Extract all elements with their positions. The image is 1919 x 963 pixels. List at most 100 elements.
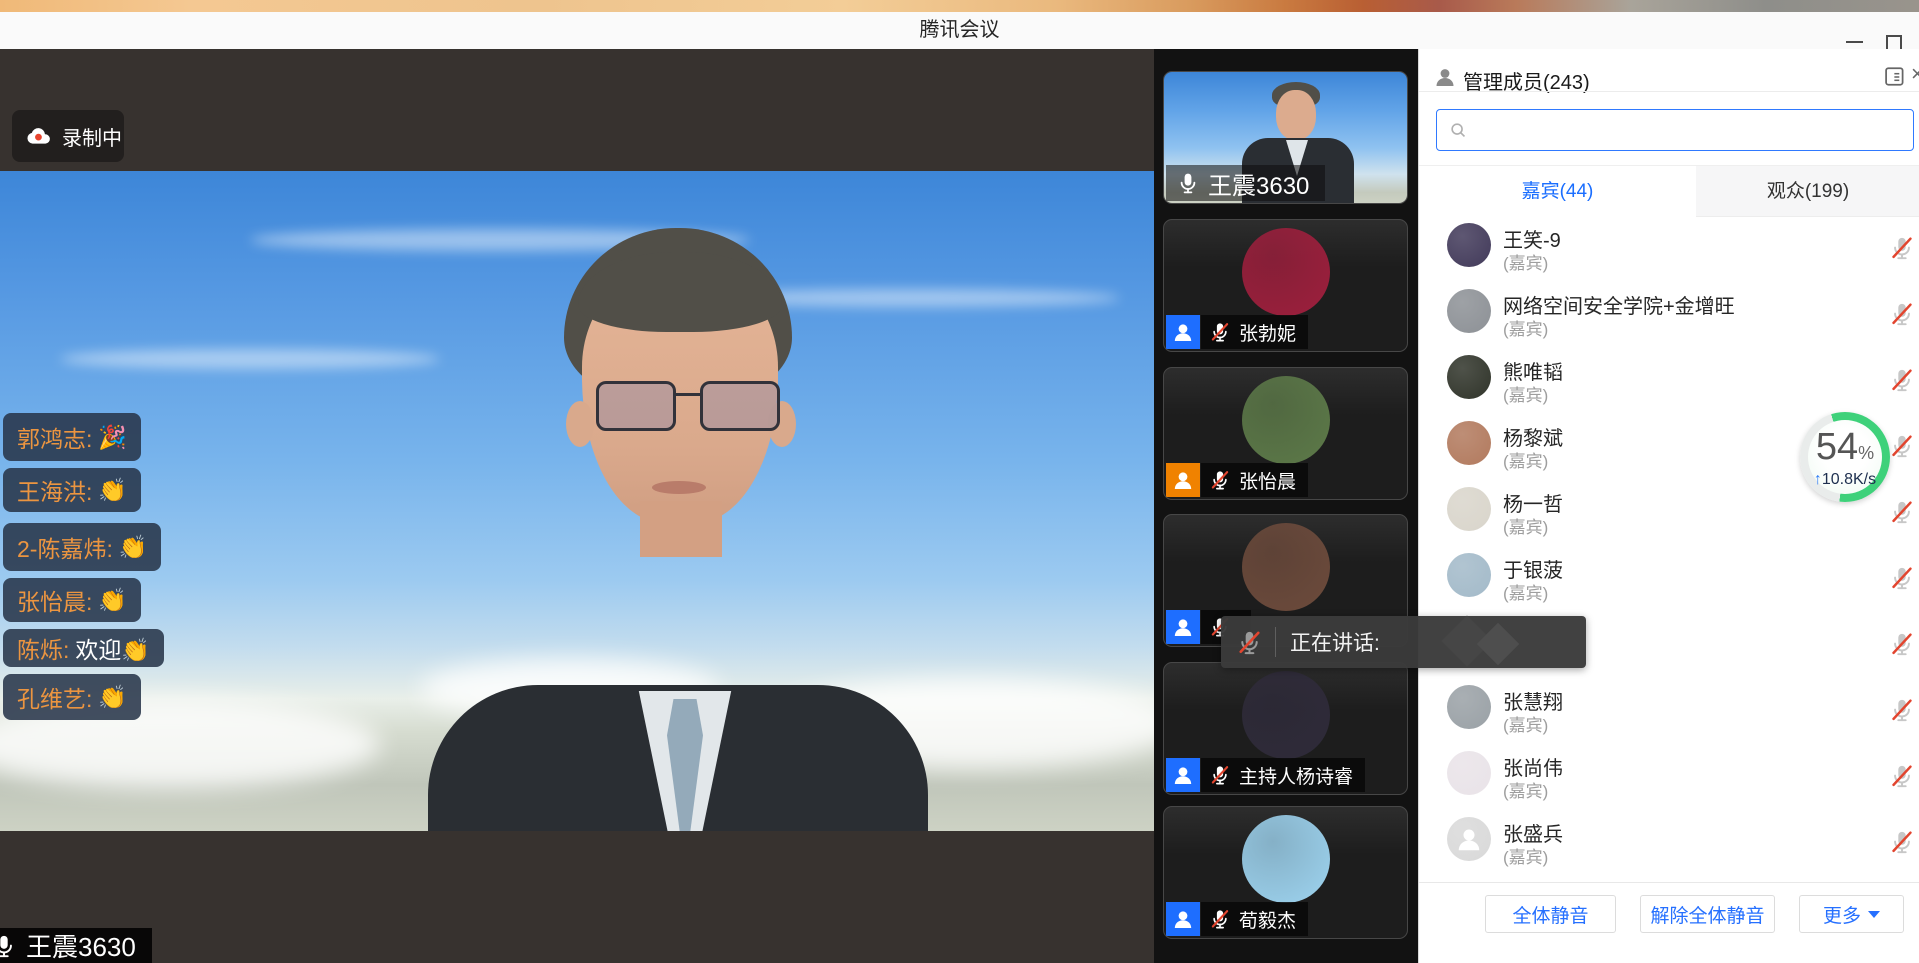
divider (1275, 627, 1276, 657)
main-video[interactable]: 录制中 郭鸿志:🎉王海洪:👏2-陈嘉炜:👏张怡晨:👏陈烁:欢迎👏孔维艺:👏 王震… (0, 49, 1154, 963)
avatar (1242, 815, 1330, 903)
member-mute-toggle[interactable] (1889, 697, 1915, 728)
minimize-button[interactable] (1846, 41, 1863, 43)
muted-mic-icon (1889, 763, 1915, 789)
member-role: (嘉宾) (1503, 513, 1548, 538)
speaker-glasses (596, 381, 780, 431)
blue-role-badge (1166, 902, 1200, 936)
avatar (1447, 289, 1491, 333)
mute-all-button[interactable]: 全体静音 (1485, 895, 1616, 933)
unmute-all-button[interactable]: 解除全体静音 (1640, 895, 1775, 933)
member-role: (嘉宾) (1503, 843, 1548, 868)
member-row[interactable]: 网络空间安全学院+金增旺 (嘉宾) (1419, 288, 1919, 354)
thumbnail-name: 王震3630 (1208, 166, 1309, 201)
member-role: (嘉宾) (1503, 315, 1548, 340)
member-role: (嘉宾) (1503, 447, 1548, 472)
member-mute-toggle[interactable] (1889, 301, 1915, 332)
avatar (1242, 228, 1330, 316)
chat-message: 王海洪:👏 (3, 468, 141, 512)
speaker-neck (640, 501, 722, 557)
video-thumbnail[interactable]: 张怡晨 (1163, 367, 1408, 500)
chevron-down-icon (1868, 911, 1880, 918)
member-mute-toggle[interactable] (1889, 235, 1915, 266)
avatar (1447, 553, 1491, 597)
tab-audience[interactable]: 观众(199) (1696, 166, 1919, 217)
thumbnail-name: 张怡晨 (1239, 467, 1296, 494)
member-row[interactable]: 熊唯韬 (嘉宾) (1419, 354, 1919, 420)
person-icon (1171, 763, 1195, 787)
chat-sender: 王海洪: (17, 473, 92, 507)
member-mute-toggle[interactable] (1889, 367, 1915, 398)
muted-mic-icon (1889, 697, 1915, 723)
muted-mic-icon (1236, 629, 1263, 656)
video-thumbnail[interactable]: 张勃妮 (1163, 219, 1408, 352)
recording-indicator[interactable]: 录制中 (12, 110, 124, 162)
chat-text: 🎉 (98, 424, 127, 451)
main-speaker-name: 王震3630 (26, 928, 136, 963)
member-mute-toggle[interactable] (1889, 565, 1915, 596)
member-role: (嘉宾) (1503, 381, 1548, 406)
member-row[interactable]: 张盛兵 (嘉宾) (1419, 816, 1919, 882)
upload-arrow-icon: ↑ (1814, 471, 1822, 488)
search-input[interactable] (1475, 114, 1899, 146)
blue-role-badge (1166, 758, 1200, 792)
member-role: (嘉宾) (1503, 777, 1548, 802)
percent-value: 54 (1816, 426, 1858, 468)
chat-text: 👏 (98, 587, 127, 614)
blue-role-badge (1166, 610, 1200, 644)
member-mute-toggle[interactable] (1889, 499, 1915, 530)
member-mute-toggle[interactable] (1889, 631, 1915, 662)
orange-role-badge (1166, 463, 1200, 497)
video-thumbnail[interactable]: 王震3630 (1163, 71, 1408, 204)
member-row[interactable]: 张慧翔 (嘉宾) (1419, 684, 1919, 750)
person-icon (1171, 907, 1195, 931)
video-letterbox (0, 831, 1154, 963)
thumbnail-strip: 王震3630 张勃妮 张怡晨 主持人杨诗睿 荀毅杰 (1154, 49, 1418, 963)
chat-text: 欢迎👏 (75, 631, 150, 665)
avatar (1447, 355, 1491, 399)
popout-panel-icon[interactable] (1885, 67, 1907, 87)
thumbnail-name-label: 王震3630 (1166, 165, 1325, 201)
divider (1419, 91, 1919, 92)
member-tabs: 嘉宾(44)观众(199) (1419, 165, 1919, 217)
thumbnail-name-label: 张怡晨 (1201, 463, 1308, 497)
muted-mic-icon (1209, 764, 1231, 786)
member-mute-toggle[interactable] (1889, 763, 1915, 794)
person-icon (1171, 615, 1195, 639)
close-panel-icon[interactable]: × (1911, 61, 1919, 87)
member-mute-toggle[interactable] (1889, 433, 1915, 464)
muted-mic-icon (1209, 469, 1231, 491)
network-speed-inner: 54% ↑10.8K/s (1808, 420, 1882, 494)
desktop-edge-strip (0, 0, 1919, 12)
members-icon (1433, 65, 1457, 89)
chat-sender: 张怡晨: (17, 583, 92, 617)
video-thumbnail[interactable]: 主持人杨诗睿 (1163, 662, 1408, 795)
muted-mic-icon (1889, 499, 1915, 525)
member-search-box (1436, 109, 1914, 151)
thumbnail-name-label: 荀毅杰 (1201, 902, 1308, 936)
muted-mic-icon (1209, 321, 1231, 343)
percent-unit: % (1858, 443, 1874, 463)
video-thumbnail[interactable]: 荀毅杰 (1163, 806, 1408, 939)
more-button[interactable]: 更多 (1799, 895, 1904, 933)
tab-guests[interactable]: 嘉宾(44) (1419, 166, 1696, 217)
member-row[interactable]: 张尚伟 (嘉宾) (1419, 750, 1919, 816)
meeting-logo-watermark (1477, 623, 1519, 665)
muted-mic-icon (1889, 367, 1915, 393)
member-row[interactable]: 于银菠 (嘉宾) (1419, 552, 1919, 618)
mic-icon (0, 933, 17, 959)
avatar (1447, 487, 1491, 531)
chat-text: 👏 (119, 534, 148, 561)
member-row[interactable]: 王笑-9 (嘉宾) (1419, 222, 1919, 288)
member-management-panel: 管理成员(243) × 嘉宾(44)观众(199) 王笑-9 (嘉宾) 网络空间… (1418, 49, 1919, 963)
window-title: 腾讯会议 (0, 12, 1919, 49)
muted-mic-icon (1209, 908, 1231, 930)
chat-text: 👏 (98, 684, 127, 711)
avatar (1447, 223, 1491, 267)
chat-message: 张怡晨:👏 (3, 578, 141, 622)
thumbnail-name: 主持人杨诗睿 (1239, 762, 1353, 789)
member-mute-toggle[interactable] (1889, 829, 1915, 860)
thumbnail-name-label: 主持人杨诗睿 (1201, 758, 1365, 792)
speaker-mouth (652, 481, 706, 494)
chat-message: 孔维艺:👏 (3, 674, 141, 720)
